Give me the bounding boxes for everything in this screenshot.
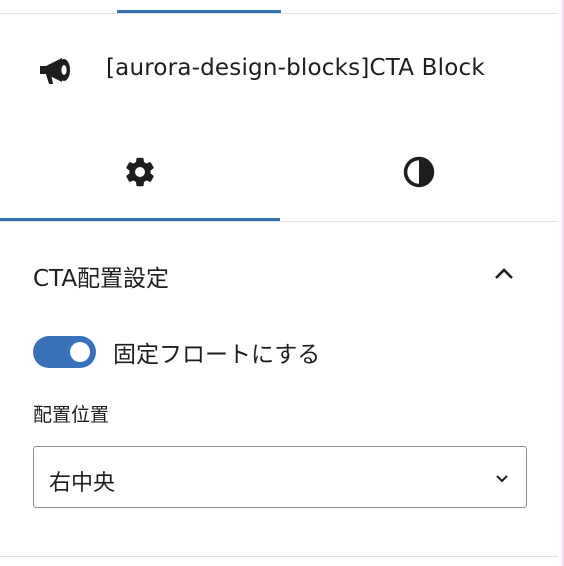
tab-settings[interactable]: [0, 126, 280, 222]
block-title: [aurora-design-blocks]CTA Block: [106, 55, 485, 81]
cta-position-panel: CTA配置設定 固定フロートにする 配置位置 右中央: [0, 222, 558, 556]
fixed-float-toggle-row: 固定フロートにする: [33, 332, 320, 372]
position-field-label: 配置位置: [33, 404, 110, 426]
half-circle-contrast-icon: [402, 155, 436, 193]
position-select[interactable]: 右中央: [33, 446, 527, 508]
position-select-value: 右中央: [49, 471, 116, 496]
block-card: [aurora-design-blocks]CTA Block: [0, 14, 558, 126]
tab-styles[interactable]: [280, 126, 558, 222]
gear-icon: [123, 155, 157, 193]
inspector-tabs: [0, 126, 558, 222]
chevron-down-icon: [492, 468, 512, 488]
bottom-divider: [0, 556, 558, 557]
fixed-float-toggle-label[interactable]: 固定フロートにする: [113, 335, 320, 369]
toggle-knob: [70, 342, 90, 362]
panel-toggle-header[interactable]: CTA配置設定: [0, 222, 558, 322]
chevron-up-icon: [492, 262, 516, 286]
panel-title: CTA配置設定: [33, 266, 170, 292]
block-settings-sidebar: [aurora-design-blocks]CTA Block CTA配置設定: [0, 0, 564, 566]
megaphone-icon: [36, 52, 76, 92]
fixed-float-toggle[interactable]: [33, 336, 96, 368]
